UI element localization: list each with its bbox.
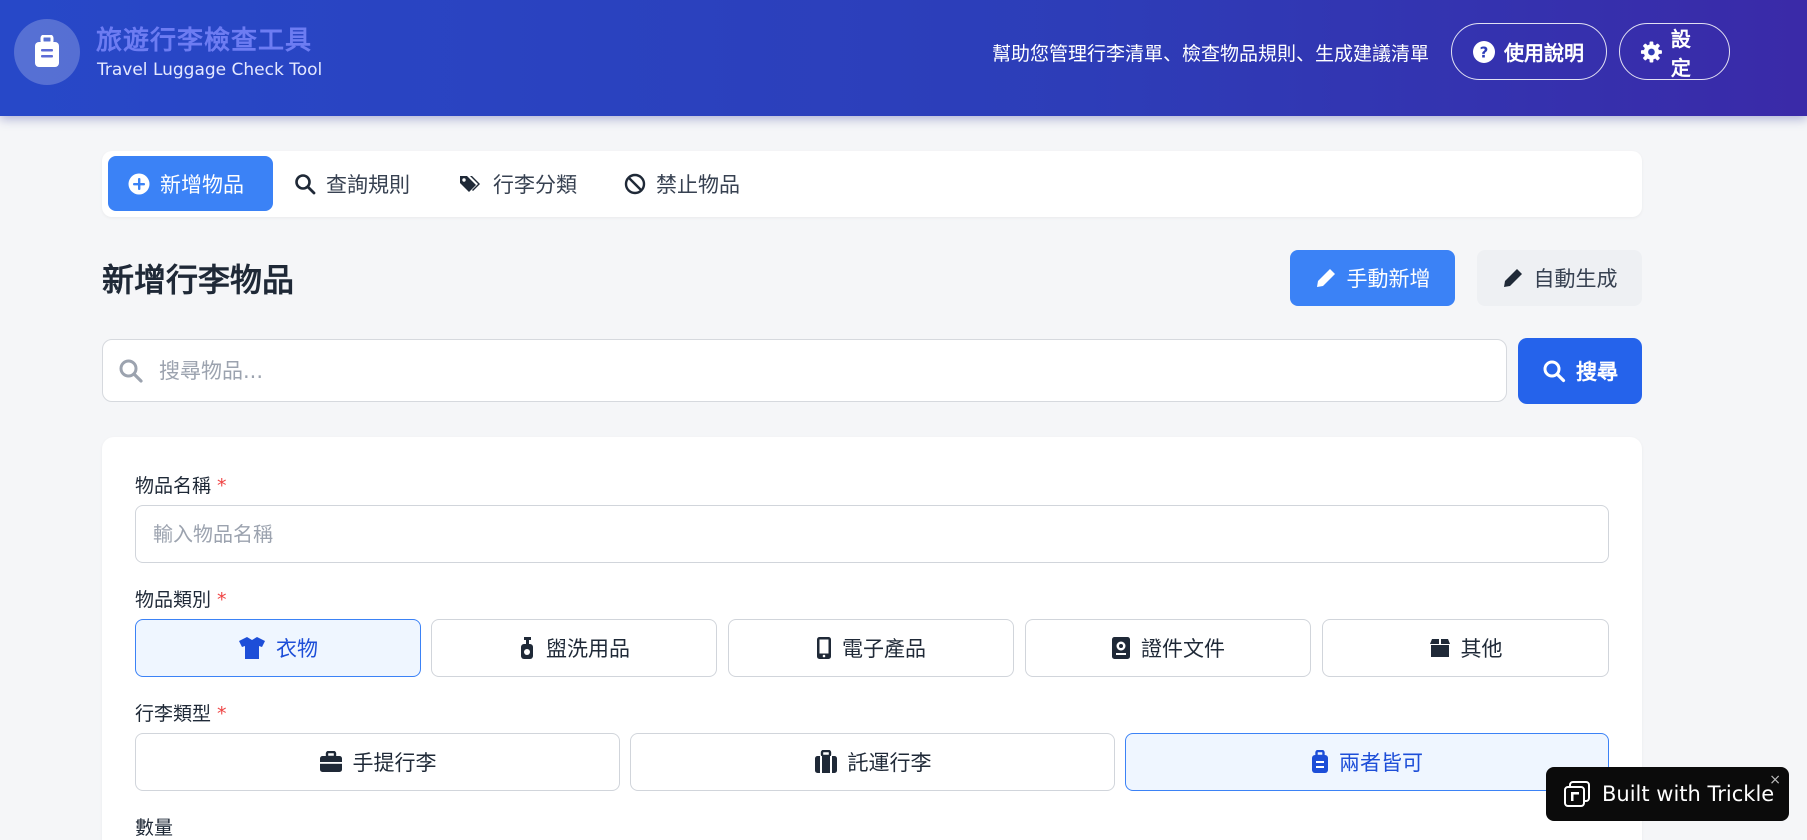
manual-add-button[interactable]: 手動新增	[1290, 250, 1455, 306]
luggage-option-checked[interactable]: 託運行李	[630, 733, 1115, 791]
help-button[interactable]: ? 使用說明	[1451, 23, 1607, 80]
add-item-form: 物品名稱* 物品類別* 衣物 盥洗用品 電子產品	[102, 437, 1642, 840]
badge-label: Built with Trickle	[1602, 782, 1775, 806]
luggage-type-label-text: 行李類型	[135, 703, 212, 725]
auto-generate-button[interactable]: 自動生成	[1477, 250, 1642, 306]
pencil-icon	[1316, 269, 1335, 287]
luggage-option-label: 兩者皆可	[1339, 751, 1423, 775]
luggage-icon	[1312, 750, 1328, 773]
gear-icon	[1640, 41, 1662, 62]
category-option-electronics[interactable]: 電子產品	[728, 619, 1014, 677]
category-option-label: 證件文件	[1141, 637, 1225, 661]
tab-label: 禁止物品	[656, 172, 740, 197]
mobile-icon	[817, 637, 831, 659]
category-option-other[interactable]: 其他	[1322, 619, 1609, 677]
category-option-clothing[interactable]: 衣物	[135, 619, 421, 677]
search-icon	[1543, 360, 1566, 383]
search-icon	[118, 358, 144, 388]
svg-text:?: ?	[1480, 43, 1489, 61]
luggage-type-label: 行李類型 *	[135, 699, 227, 726]
built-with-trickle-badge[interactable]: Built with Trickle ×	[1546, 767, 1789, 821]
item-category-label-text: 物品類別	[135, 589, 212, 611]
quantity-label: 數量	[135, 817, 174, 839]
luggage-icon	[35, 35, 59, 67]
tab-label: 查詢規則	[326, 172, 410, 197]
required-mark: *	[217, 703, 227, 725]
category-option-toiletries[interactable]: 盥洗用品	[431, 619, 717, 677]
tab-prohibited-items[interactable]: 禁止物品	[604, 156, 760, 211]
category-option-label: 電子產品	[842, 637, 926, 661]
category-option-label: 衣物	[276, 637, 318, 661]
item-name-label-text: 物品名稱	[135, 475, 212, 497]
luggage-option-label: 手提行李	[352, 751, 437, 775]
app-subtitle: Travel Luggage Check Tool	[97, 60, 323, 80]
required-mark: *	[217, 589, 227, 611]
tab-query-rules[interactable]: 查詢規則	[274, 156, 430, 211]
luggage-option-either[interactable]: 兩者皆可	[1125, 733, 1609, 791]
search-button[interactable]: 搜尋	[1518, 338, 1642, 404]
search-icon	[295, 173, 316, 194]
tab-label: 新增物品	[160, 172, 244, 197]
settings-button-label: 設定	[1670, 26, 1691, 80]
app-title: 旅遊行李檢查工具	[96, 26, 313, 56]
trickle-logo-icon	[1564, 781, 1590, 807]
box-icon	[1429, 639, 1450, 657]
settings-button[interactable]: 設定	[1619, 23, 1730, 80]
search-input[interactable]	[159, 340, 1489, 401]
item-name-label: 物品名稱 *	[135, 471, 227, 498]
auto-generate-label: 自動生成	[1533, 267, 1618, 291]
item-category-label: 物品類別 *	[135, 585, 227, 612]
required-mark: *	[217, 475, 227, 497]
briefcase-icon	[319, 751, 342, 772]
question-circle-icon: ?	[1473, 40, 1495, 63]
page-title: 新增行李物品	[102, 261, 295, 299]
category-option-label: 盥洗用品	[546, 637, 630, 661]
plus-circle-icon	[128, 173, 150, 194]
luggage-option-label: 託運行李	[847, 751, 932, 775]
search-box	[102, 339, 1507, 402]
suitcase-icon	[814, 750, 837, 773]
help-button-label: 使用說明	[1504, 41, 1584, 65]
tags-icon	[460, 175, 480, 192]
luggage-option-carry-on[interactable]: 手提行李	[135, 733, 620, 791]
ban-icon	[624, 173, 646, 194]
item-name-input[interactable]	[135, 505, 1609, 563]
shirt-icon	[239, 637, 265, 659]
close-icon[interactable]: ×	[1769, 772, 1781, 788]
pencil-icon	[1503, 269, 1522, 287]
tab-label: 行李分類	[493, 172, 577, 197]
category-option-documents[interactable]: 證件文件	[1025, 619, 1311, 677]
pump-bottle-icon	[521, 637, 533, 659]
tab-add-item[interactable]: 新增物品	[108, 156, 273, 211]
manual-add-label: 手動新增	[1346, 267, 1431, 291]
category-option-label: 其他	[1460, 637, 1503, 661]
app-logo	[14, 19, 80, 85]
search-button-label: 搜尋	[1576, 360, 1618, 384]
header-description: 幫助您管理行李清單、檢查物品規則、生成建議清單	[991, 43, 1429, 65]
tab-luggage-category[interactable]: 行李分類	[439, 156, 597, 211]
app-header: 旅遊行李檢查工具 Travel Luggage Check Tool 幫助您管理…	[0, 0, 1807, 116]
passport-icon	[1112, 637, 1130, 659]
tab-bar: 新增物品 查詢規則 行李分類 禁止物品	[102, 151, 1642, 217]
